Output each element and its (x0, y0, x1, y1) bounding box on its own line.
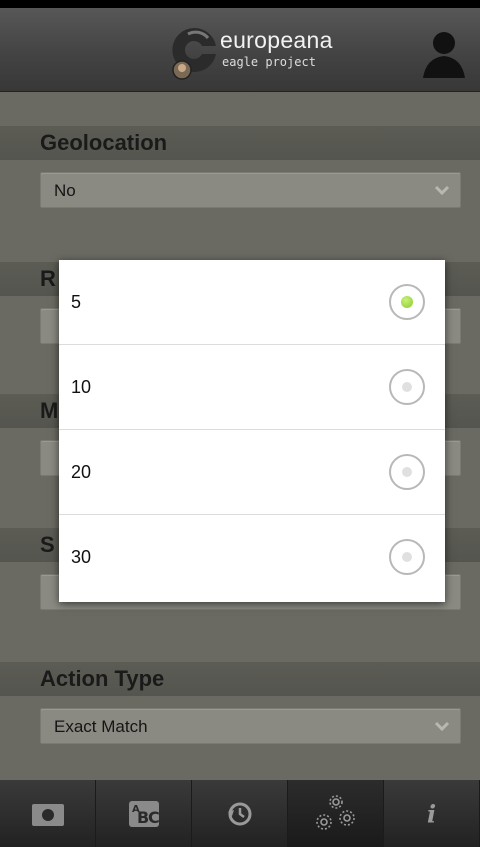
europeana-eagle-logo-icon (172, 27, 216, 80)
dialog-option-30[interactable]: 30 (59, 515, 445, 600)
chevron-down-icon (434, 721, 450, 732)
option-label: 10 (71, 377, 92, 397)
svg-text:C: C (148, 808, 160, 827)
info-icon: i (426, 799, 437, 828)
geolocation-dropdown[interactable]: No (40, 172, 461, 208)
radio-button[interactable] (389, 539, 425, 575)
logo-subtitle: eagle project (222, 55, 316, 69)
action-type-dropdown[interactable]: Exact Match (40, 708, 461, 744)
tab-text-recognition[interactable]: A B C (96, 780, 192, 847)
dialog-option-20[interactable]: 20 (59, 430, 445, 515)
chevron-down-icon (434, 185, 450, 196)
user-icon[interactable] (420, 28, 468, 80)
radio-button-selected[interactable] (389, 284, 425, 320)
geolocation-title: Geolocation (40, 130, 168, 155)
option-label: 30 (71, 547, 92, 567)
action-type-value: Exact Match (54, 717, 148, 736)
option-label: 20 (71, 462, 92, 482)
choice-dialog: 5 10 20 30 (59, 260, 445, 602)
dialog-option-10[interactable]: 10 (59, 345, 445, 430)
geolocation-value: No (54, 181, 76, 200)
bottom-tab-bar: A B C i (0, 780, 480, 847)
text-recognition-icon: A B C (128, 800, 160, 827)
camera-icon (31, 803, 64, 826)
dialog-option-5[interactable]: 5 (59, 260, 445, 345)
radio-button[interactable] (389, 454, 425, 490)
tab-settings[interactable] (288, 780, 384, 847)
tab-info[interactable]: i (384, 780, 480, 847)
radio-button[interactable] (389, 369, 425, 405)
status-bar (0, 0, 480, 8)
settings-icon (315, 794, 355, 830)
app-header: europeana eagle project (0, 8, 480, 92)
logo-title: europeana (220, 27, 333, 53)
radio-dot (402, 552, 412, 562)
history-icon (227, 802, 251, 825)
radio-dot (402, 467, 412, 477)
app-logo: europeana eagle project (168, 24, 348, 88)
tab-history[interactable] (192, 780, 288, 847)
radio-dot (401, 296, 413, 308)
tab-camera[interactable] (0, 780, 96, 847)
option-label: 5 (71, 292, 82, 312)
action-type-title: Action Type (40, 666, 165, 691)
radio-dot (402, 382, 412, 392)
